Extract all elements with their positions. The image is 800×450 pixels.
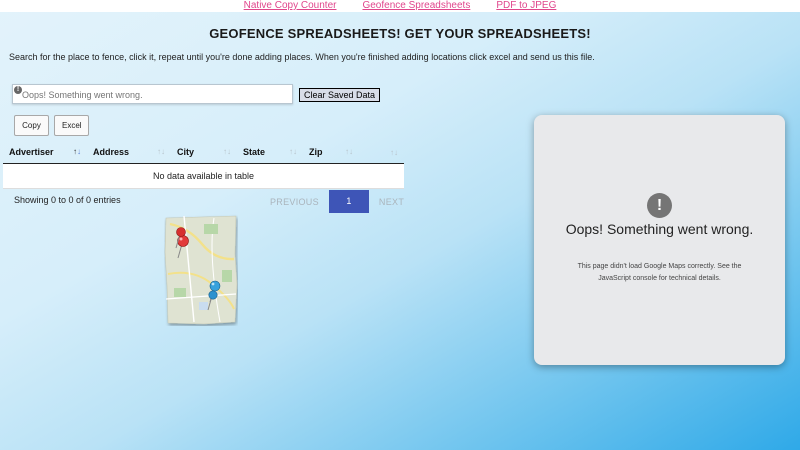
top-nav: Native Copy Counter Geofence Spreadsheet…: [0, 0, 800, 12]
place-search-box: !: [12, 84, 293, 104]
clear-saved-data-button[interactable]: Clear Saved Data: [299, 88, 381, 102]
warning-icon: !: [14, 86, 22, 94]
nav-link-native-copy-counter[interactable]: Native Copy Counter: [244, 0, 337, 12]
sort-icon: ↑↓: [157, 147, 165, 156]
sort-icon: ↑↓: [289, 147, 297, 156]
instructions-text: Search for the place to fence, click it,…: [9, 52, 595, 62]
column-header-state[interactable]: State ↑↓: [237, 141, 303, 164]
sort-icon: ↑↓: [223, 147, 231, 156]
google-map-error-panel: ! Oops! Something went wrong. This page …: [534, 115, 785, 365]
column-header-blank[interactable]: ↑↓: [359, 141, 404, 164]
map-pins-illustration: [164, 215, 238, 325]
column-header-city[interactable]: City ↑↓: [171, 141, 237, 164]
empty-table-message: No data available in table: [3, 163, 404, 189]
table-row: No data available in table: [3, 163, 404, 189]
sort-icon: ↑↓: [345, 147, 353, 156]
nav-link-geofence-spreadsheets[interactable]: Geofence Spreadsheets: [362, 0, 470, 12]
column-header-address[interactable]: Address ↑↓: [87, 141, 171, 164]
nav-link-pdf-to-jpeg[interactable]: PDF to JPEG: [496, 0, 556, 12]
pagination: PREVIOUS 1 NEXT: [262, 190, 412, 213]
previous-page-button[interactable]: PREVIOUS: [262, 197, 327, 207]
column-header-zip[interactable]: Zip ↑↓: [303, 141, 359, 164]
locations-table: Advertiser ↑↓ Address ↑↓ City ↑↓ State ↑…: [3, 141, 404, 189]
sort-icon: ↑↓: [73, 147, 81, 156]
error-icon: !: [647, 193, 672, 218]
locations-table-container: Advertiser ↑↓ Address ↑↓ City ↑↓ State ↑…: [3, 141, 404, 189]
page-1-button[interactable]: 1: [328, 190, 369, 213]
copy-button[interactable]: Copy: [14, 115, 49, 136]
excel-button[interactable]: Excel: [54, 115, 89, 136]
table-info: Showing 0 to 0 of 0 entries: [14, 195, 121, 205]
page-title: GEOFENCE SPREADSHEETS! GET YOUR SPREADSH…: [209, 26, 591, 41]
sort-icon: ↑↓: [390, 147, 398, 157]
map-error-message: This page didn't load Google Maps correc…: [577, 263, 742, 282]
next-page-button[interactable]: NEXT: [371, 197, 412, 207]
place-search-input[interactable]: [13, 86, 292, 104]
column-header-advertiser[interactable]: Advertiser ↑↓: [3, 141, 87, 164]
map-error-title: Oops! Something went wrong.: [565, 221, 754, 237]
